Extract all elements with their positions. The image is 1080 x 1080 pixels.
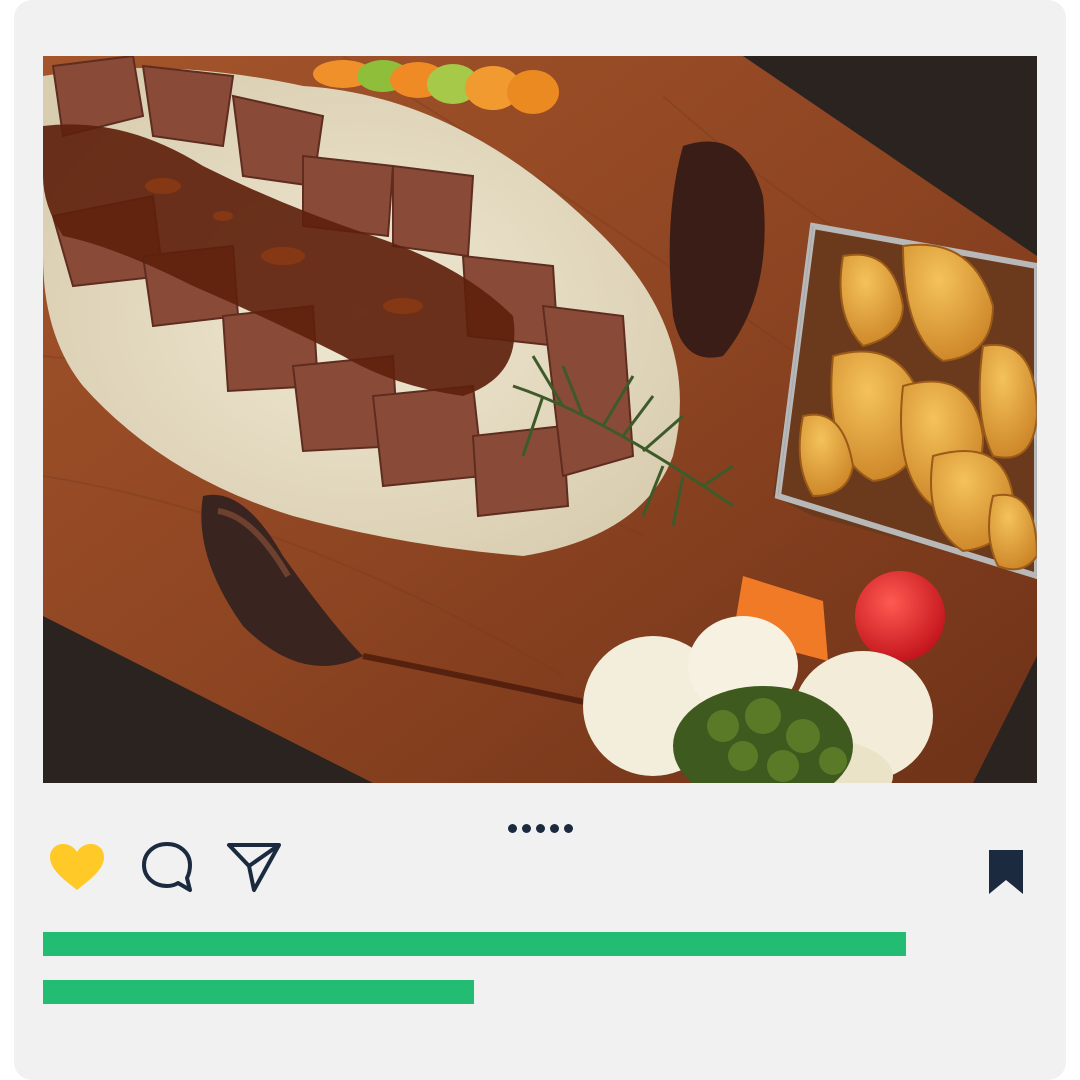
heart-icon[interactable]	[48, 842, 106, 892]
carousel-dot[interactable]	[507, 824, 517, 833]
caption-line	[43, 932, 906, 956]
caption-line	[43, 980, 474, 1004]
post-image[interactable]	[43, 56, 1037, 783]
food-platter-illustration	[43, 56, 1037, 783]
carousel-dot[interactable]	[549, 824, 559, 833]
carousel-indicator[interactable]	[0, 824, 1080, 833]
carousel-dot[interactable]	[521, 824, 531, 833]
carousel-dot[interactable]	[535, 824, 545, 833]
bookmark-icon[interactable]	[987, 848, 1025, 896]
carousel-dot[interactable]	[563, 824, 573, 833]
comment-icon[interactable]	[140, 840, 194, 894]
send-icon[interactable]	[226, 841, 282, 893]
